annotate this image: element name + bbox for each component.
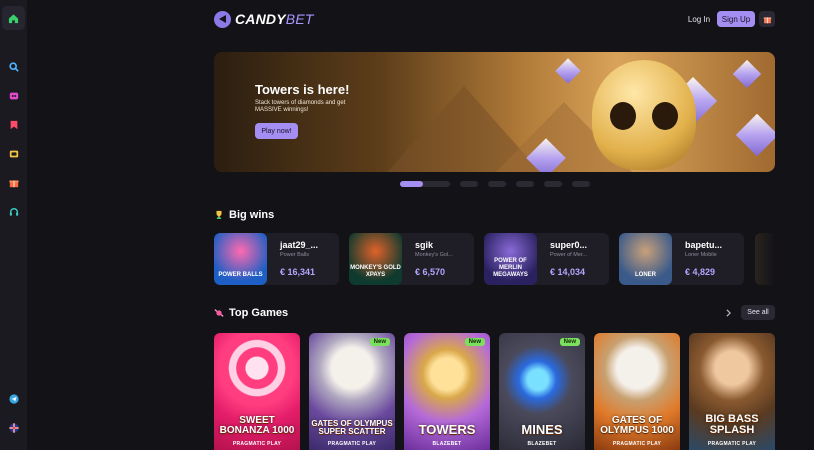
carousel-dot-1[interactable] — [400, 181, 450, 187]
game-thumbnail: LONER — [619, 233, 672, 285]
chevron-right-icon — [725, 309, 731, 317]
sidebar-item-language[interactable] — [4, 419, 23, 437]
game-provider: PRAGMATIC PLAY — [232, 441, 282, 447]
skull-illustration — [592, 60, 696, 170]
win-game-name: Loner Mobile — [685, 252, 717, 258]
carousel-dot-5[interactable] — [544, 181, 562, 187]
new-badge: New — [464, 338, 485, 346]
bookmark-icon — [10, 120, 17, 130]
win-amount: € 16,341 — [280, 267, 316, 277]
uk-flag-icon — [8, 423, 19, 433]
sidebar-item-live[interactable] — [4, 145, 23, 163]
win-game-name: Power of Mer... — [550, 252, 587, 258]
carousel-dot-6[interactable] — [572, 181, 590, 187]
big-win-card-partial[interactable] — [755, 233, 775, 285]
game-thumbnail: MONKEY'S GOLD XPAYS — [349, 233, 402, 285]
app-root: CANDYBET Log In Sign Up Towers is here! … — [0, 0, 814, 450]
brand-logo[interactable]: CANDYBET — [214, 10, 314, 28]
win-username: sgik — [415, 240, 434, 250]
sidebar — [0, 0, 27, 450]
game-tile[interactable]: SWEET BONANZA 1000 PRAGMATIC PLAY — [214, 333, 300, 450]
new-badge: New — [369, 338, 390, 346]
logo-text: CANDYBET — [235, 11, 314, 27]
promo-banner[interactable]: Towers is here! Stack towers of diamonds… — [214, 52, 775, 172]
game-thumbnail: POWER OF MERLIN MEGAWAYS — [484, 233, 537, 285]
banner-subtitle: Stack towers of diamonds and get MASSIVE… — [255, 100, 346, 113]
big-win-card[interactable]: POWER OF MERLIN MEGAWAYS super0... Power… — [484, 233, 609, 285]
win-username: super0... — [550, 240, 588, 250]
game-provider: PRAGMATIC PLAY — [327, 441, 377, 447]
win-username: bapetu... — [685, 240, 723, 250]
scroll-right-button[interactable] — [720, 306, 736, 320]
win-amount: € 14,034 — [550, 267, 586, 277]
game-provider: BLAZEBET — [432, 441, 462, 447]
game-title: GATES OF OLYMPUS SUPER SCATTER — [311, 419, 393, 436]
big-win-card[interactable]: LONER bapetu... Loner Mobile € 4,829 — [619, 233, 744, 285]
big-win-card[interactable]: MONKEY'S GOLD XPAYS sgik Monkey's Gol...… — [349, 233, 474, 285]
signup-button[interactable]: Sign Up — [717, 11, 755, 27]
diamond-icon — [732, 59, 762, 89]
game-tile[interactable]: New TOWERS BLAZEBET — [404, 333, 490, 450]
search-icon — [8, 62, 19, 72]
home-icon — [8, 13, 19, 23]
win-game-name: Monkey's Gol... — [415, 252, 453, 258]
trophy-icon — [216, 210, 222, 219]
diamond-icon — [735, 113, 775, 157]
sidebar-item-promotions[interactable] — [4, 174, 23, 192]
win-amount: € 6,570 — [415, 267, 446, 277]
sidebar-item-telegram[interactable] — [4, 390, 23, 408]
sidebar-item-bookmarks[interactable] — [4, 116, 23, 134]
banner-title: Towers is here! — [255, 82, 350, 97]
win-amount: € 4,829 — [685, 267, 716, 277]
game-title: TOWERS — [418, 422, 476, 437]
top-games-heading: Top Games — [214, 307, 288, 319]
win-username: jaat29_... — [280, 240, 319, 250]
game-provider: PRAGMATIC PLAY — [707, 441, 757, 447]
big-win-card[interactable]: POWER BALLS jaat29_... Power Balls € 16,… — [214, 233, 339, 285]
game-title: BIG BASS SPLASH — [705, 413, 759, 436]
game-thumbnail: POWER BALLS — [214, 233, 267, 285]
game-tile[interactable]: BIG BASS SPLASH PRAGMATIC PLAY — [689, 333, 775, 450]
rewards-button[interactable] — [759, 11, 775, 27]
sidebar-item-home[interactable] — [2, 6, 25, 30]
candy-icon — [214, 309, 224, 317]
game-tile[interactable]: New GATES OF OLYMPUS SUPER SCATTER PRAGM… — [309, 333, 395, 450]
win-game-name: Power Balls — [280, 252, 310, 258]
game-title: GATES OF OLYMPUS 1000 — [600, 415, 674, 436]
game-tile[interactable]: GATES OF OLYMPUS 1000 PRAGMATIC PLAY — [594, 333, 680, 450]
diamond-icon — [555, 58, 581, 84]
telegram-icon — [8, 394, 19, 404]
casino-icon — [9, 92, 18, 100]
game-provider: BLAZEBET — [527, 441, 557, 447]
support-icon — [9, 208, 18, 216]
gift-icon — [8, 180, 19, 188]
game-title: SWEET BONANZA 1000 — [219, 415, 295, 436]
new-badge: New — [559, 338, 580, 346]
see-all-button[interactable]: See all — [741, 305, 775, 320]
game-tile[interactable]: New MINES BLAZEBET — [499, 333, 585, 450]
sidebar-item-search[interactable] — [4, 58, 23, 76]
carousel-dot-3[interactable] — [488, 181, 506, 187]
game-provider: PRAGMATIC PLAY — [612, 441, 662, 447]
game-title: MINES — [521, 422, 563, 437]
logo-mark-icon — [214, 10, 231, 28]
play-now-button[interactable]: Play now! — [255, 123, 298, 139]
carousel-dot-4[interactable] — [516, 181, 534, 187]
carousel-dot-2[interactable] — [460, 181, 478, 187]
login-button[interactable]: Log In — [682, 12, 716, 26]
big-wins-heading: Big wins — [214, 209, 274, 221]
gift-icon — [763, 16, 771, 23]
sidebar-item-support[interactable] — [4, 203, 23, 221]
live-icon — [9, 150, 18, 158]
sidebar-item-casino[interactable] — [4, 87, 23, 105]
